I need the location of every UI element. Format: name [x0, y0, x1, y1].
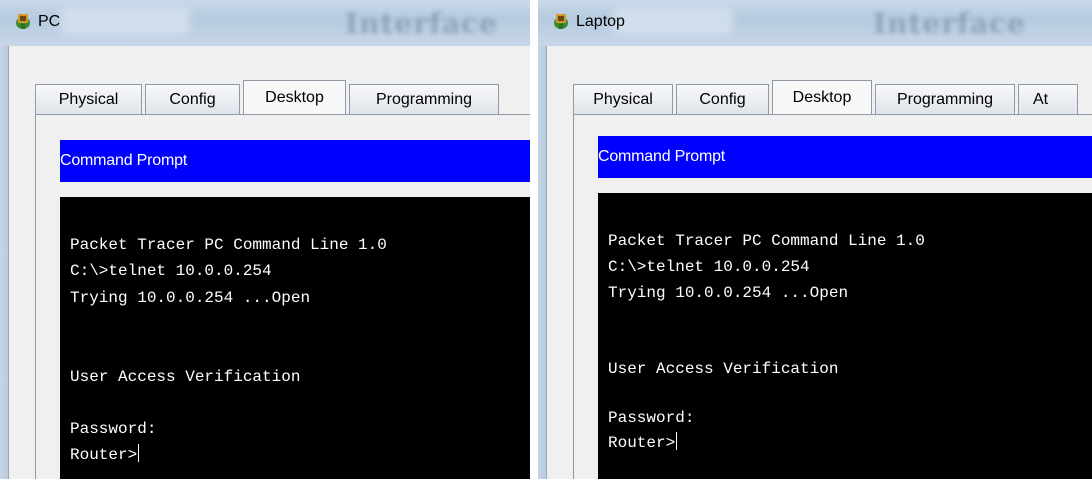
- command-prompt-title: Command Prompt: [598, 148, 726, 165]
- tab-label: Desktop: [792, 88, 852, 106]
- terminal-line: Packet Tracer PC Command Line 1.0: [608, 232, 925, 250]
- laptop-title-bar[interactable]: Interface Laptop: [538, 0, 1092, 46]
- tab-bar: Physical Config Desktop Programming: [35, 80, 502, 114]
- tab-desktop[interactable]: Desktop: [243, 80, 346, 114]
- tab-label: Physical: [593, 90, 653, 108]
- tab-programming[interactable]: Programming: [349, 84, 499, 114]
- tab-label: Desktop: [265, 88, 324, 106]
- tab-config[interactable]: Config: [676, 84, 769, 114]
- tab-label: Programming: [375, 90, 473, 108]
- command-prompt-title: Command Prompt: [60, 152, 188, 169]
- tab-label: Programming: [896, 90, 994, 108]
- terminal-line: User Access Verification: [70, 368, 301, 386]
- terminal-prompt: Router>: [70, 446, 138, 464]
- terminal[interactable]: Packet Tracer PC Command Line 1.0 C:\>te…: [598, 193, 1092, 479]
- terminal-line: C:\>telnet 10.0.0.254: [608, 258, 810, 276]
- window-title: Laptop: [576, 13, 625, 30]
- laptop-window: Interface Laptop Physical Config Desktop…: [538, 0, 1092, 479]
- tab-label: Config: [699, 90, 746, 108]
- tab-bar: Physical Config Desktop Programming At: [573, 80, 1081, 114]
- tab-attributes[interactable]: At: [1018, 84, 1078, 114]
- terminal-line: C:\>telnet 10.0.0.254: [70, 262, 272, 280]
- tab-label: Physical: [58, 90, 119, 108]
- text-cursor: [138, 444, 140, 462]
- terminal[interactable]: Packet Tracer PC Command Line 1.0 C:\>te…: [60, 197, 530, 479]
- pc-window: Interface PC Physical Config Desktop Pro…: [0, 0, 530, 479]
- window-title: PC: [38, 13, 61, 30]
- terminal-line: User Access Verification: [608, 360, 839, 378]
- pc-title-bar[interactable]: Interface PC: [0, 0, 530, 46]
- desktop-panel: Command Prompt Packet Tracer PC Command …: [35, 114, 530, 479]
- window-body: Physical Config Desktop Programming Comm…: [8, 46, 530, 479]
- device-icon: [16, 14, 30, 29]
- tab-desktop[interactable]: Desktop: [772, 80, 872, 114]
- window-body: Physical Config Desktop Programming At C…: [546, 46, 1092, 479]
- terminal-prompt: Router>: [608, 434, 676, 452]
- command-prompt-header: Command Prompt: [598, 136, 1092, 178]
- terminal-prompt-line: Router>: [608, 432, 678, 453]
- command-prompt-header: Command Prompt: [60, 140, 530, 182]
- device-icon: [554, 14, 568, 29]
- tab-programming[interactable]: Programming: [875, 84, 1015, 114]
- terminal-line: Packet Tracer PC Command Line 1.0: [70, 236, 387, 254]
- terminal-line: Password:: [608, 409, 695, 427]
- terminal-line: Password:: [70, 420, 157, 438]
- tab-label: At: [1033, 90, 1049, 108]
- terminal-line: Trying 10.0.0.254 ...Open: [70, 289, 311, 307]
- tab-label: Config: [169, 90, 216, 108]
- tab-physical[interactable]: Physical: [573, 84, 673, 114]
- terminal-prompt-line: Router>: [70, 444, 140, 465]
- desktop-panel: Command Prompt Packet Tracer PC Command …: [573, 114, 1092, 479]
- tab-config[interactable]: Config: [145, 84, 240, 114]
- text-cursor: [676, 432, 678, 450]
- tab-physical[interactable]: Physical: [35, 84, 142, 114]
- terminal-line: Trying 10.0.0.254 ...Open: [608, 284, 849, 302]
